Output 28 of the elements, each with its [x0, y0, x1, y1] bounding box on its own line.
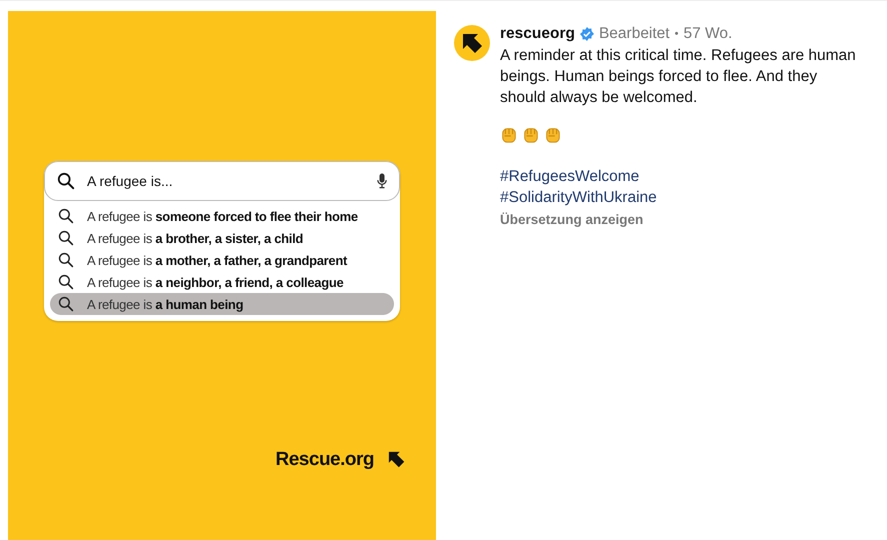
- search-icon: [58, 208, 74, 224]
- suggestion-item[interactable]: A refugee is a brother, a sister, a child: [50, 227, 394, 249]
- search-value: A refugee is...: [87, 173, 174, 189]
- search-icon: [58, 274, 74, 290]
- search-icon: [58, 252, 74, 268]
- arrow-logo-icon: [388, 451, 406, 469]
- caption-text: A reminder at this critical time. Refugees are human beings. Human beings forced to flee. And they should always be welcomed.: [500, 46, 857, 108]
- raised-fist-icon: [522, 126, 540, 144]
- suggestion-item[interactable]: A refugee is someone forced to flee their home: [50, 205, 394, 227]
- brand-name: Rescue.org: [276, 449, 374, 471]
- edited-label: Bearbeitet: [598, 25, 670, 43]
- microphone-icon[interactable]: [377, 173, 387, 189]
- raised-fist-icon: [500, 126, 518, 144]
- suggestion-item[interactable]: A refugee is a neighbor, a friend, a colleague: [50, 271, 394, 293]
- post-age: 57 Wo.: [683, 25, 732, 43]
- hashtag-link[interactable]: #SolidarityWithUkraine: [500, 189, 657, 206]
- search-icon: [57, 172, 75, 190]
- suggestion-item[interactable]: A refugee is a human being: [50, 293, 394, 315]
- suggestion-item[interactable]: A refugee is a mother, a father, a grandparent: [50, 249, 394, 271]
- search-icon: [58, 296, 74, 312]
- search-icon: [58, 230, 74, 246]
- hashtag-link[interactable]: #RefugeesWelcome: [500, 168, 640, 185]
- separator-dot: •: [674, 28, 678, 40]
- raised-fist-icon: [544, 126, 562, 144]
- avatar-logo-icon[interactable]: [454, 25, 490, 61]
- search-field[interactable]: A refugee is...: [44, 161, 400, 201]
- translate-link[interactable]: Übersetzung anzeigen: [500, 212, 644, 227]
- username-link[interactable]: rescueorg: [500, 25, 575, 43]
